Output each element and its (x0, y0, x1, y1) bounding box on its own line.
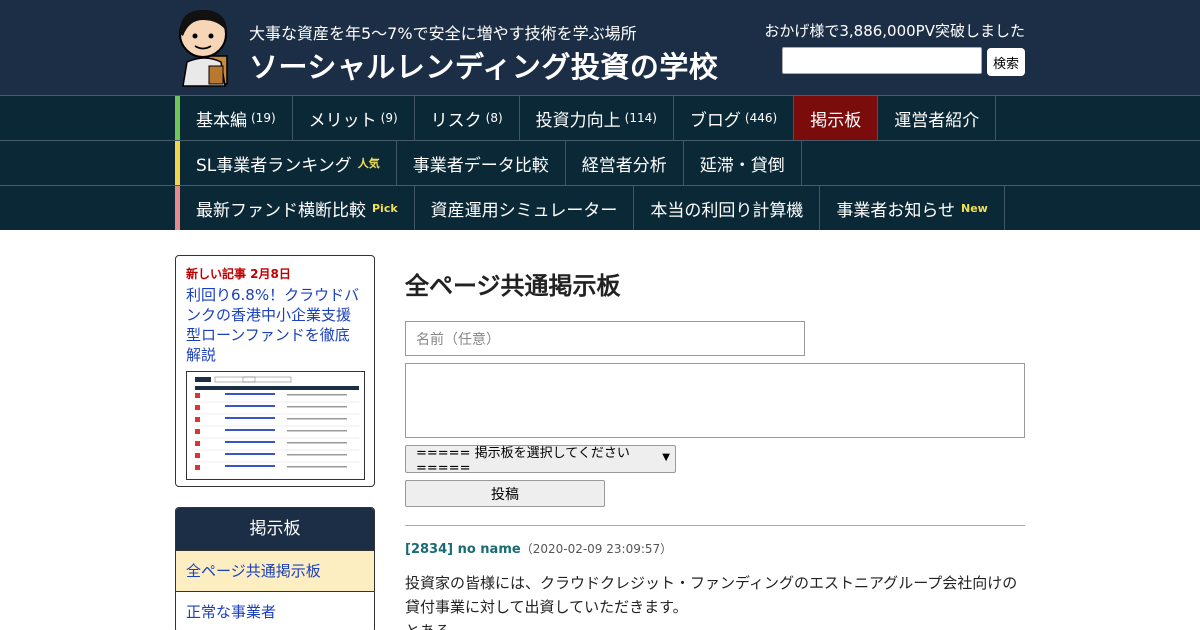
site-header: 大事な資産を年5～7%で安全に増やす技術を学ぶ場所 ソーシャルレンディング投資の… (0, 0, 1200, 95)
name-input[interactable]: 名前（任意） (405, 321, 805, 356)
nav-blog[interactable]: ブログ (446) (674, 96, 795, 140)
nav-ranking[interactable]: SL事業者ランキング 人気 (180, 141, 397, 185)
newpost-label: 新しい記事 2月8日 (186, 267, 291, 281)
thumbnail-table-icon (195, 376, 359, 470)
divider (405, 525, 1025, 526)
newpost-card: 新しい記事 2月8日 利回り6.8%！クラウドバンクの香港中小企業支援型ローンフ… (175, 255, 375, 487)
nav-merit[interactable]: メリット (9) (293, 96, 415, 140)
nav-simulator[interactable]: 資産運用シミュレーター (415, 186, 635, 230)
main-nav: 基本編 (19) メリット (9) リスク (8) 投資力向上 (114) ブログ (44… (0, 95, 1200, 230)
search-button[interactable]: 検索 (987, 48, 1025, 76)
board-list-heading: 掲示板 (176, 508, 374, 550)
newpost-link[interactable]: 利回り6.8%！クラウドバンクの香港中小企業支援型ローンファンドを徹底解説 (186, 285, 364, 365)
post-time: （2020-02-09 23:09:57） (520, 542, 673, 556)
board-item-common[interactable]: 全ページ共通掲示板 (176, 550, 374, 591)
nav-news[interactable]: 事業者お知らせ New (820, 186, 1005, 230)
message-textarea[interactable] (405, 363, 1025, 438)
post-meta: [2834] no name（2020-02-09 23:09:57） (405, 540, 1025, 557)
pv-count-text: おかげ様で3,886,000PV突破しました (764, 22, 1025, 40)
nav-yield-calc[interactable]: 本当の利回り計算機 (634, 186, 821, 230)
sidebar: 新しい記事 2月8日 利回り6.8%！クラウドバンクの香港中小企業支援型ローンフ… (175, 255, 375, 630)
site-tagline: 大事な資産を年5～7%で安全に増やす技術を学ぶ場所 (249, 24, 637, 43)
main-content: 全ページ共通掲示板 名前（任意） ===== 掲示板を選択してください ====… (405, 266, 1025, 630)
post-id[interactable]: [2834] no name (405, 542, 521, 557)
new-badge: New (961, 201, 988, 215)
board-select[interactable]: ===== 掲示板を選択してください ===== ▼ (405, 445, 676, 476)
mascot-logo-icon[interactable] (175, 6, 235, 88)
pick-badge: Pick (372, 201, 398, 215)
nav-row-1: 基本編 (19) メリット (9) リスク (8) 投資力向上 (114) ブログ (44… (0, 95, 1200, 140)
nav-skill[interactable]: 投資力向上 (114) (520, 96, 674, 140)
nav-data-compare[interactable]: 事業者データ比較 (397, 141, 566, 185)
nav-basic[interactable]: 基本編 (19) (180, 96, 293, 140)
post-body: 投資家の皆様には、クラウドクレジット・ファンディングのエストニアグループ会社向け… (405, 574, 1018, 630)
submit-button[interactable]: 投稿 (405, 480, 605, 507)
nav-row-3: 最新ファンド横断比較 Pick 資産運用シミュレーター 本当の利回り計算機 事業者… (0, 185, 1200, 230)
board-item-normal[interactable]: 正常な事業者 (176, 591, 374, 630)
nav-about[interactable]: 運営者紹介 (878, 96, 997, 140)
board-list: 掲示板 全ページ共通掲示板 正常な事業者 (175, 507, 375, 630)
nav-risk[interactable]: リスク (8) (415, 96, 520, 140)
nav-executive[interactable]: 経営者分析 (566, 141, 684, 185)
nav-row-2: SL事業者ランキング 人気 事業者データ比較 経営者分析 延滞・貸倒 (0, 140, 1200, 185)
site-title[interactable]: ソーシャルレンディング投資の学校 (249, 44, 718, 86)
nav-delinquency[interactable]: 延滞・貸倒 (684, 141, 802, 185)
newpost-thumbnail[interactable] (186, 371, 365, 480)
dropdown-arrow-icon: ▼ (662, 452, 670, 463)
search-input[interactable] (782, 47, 982, 74)
popular-badge: 人気 (357, 157, 380, 170)
nav-board[interactable]: 掲示板 (794, 96, 879, 140)
content-area: 新しい記事 2月8日 利回り6.8%！クラウドバンクの香港中小企業支援型ローンフ… (175, 230, 1025, 630)
nav-fund-compare[interactable]: 最新ファンド横断比較 Pick (180, 186, 415, 230)
page-title: 全ページ共通掲示板 (405, 272, 621, 300)
